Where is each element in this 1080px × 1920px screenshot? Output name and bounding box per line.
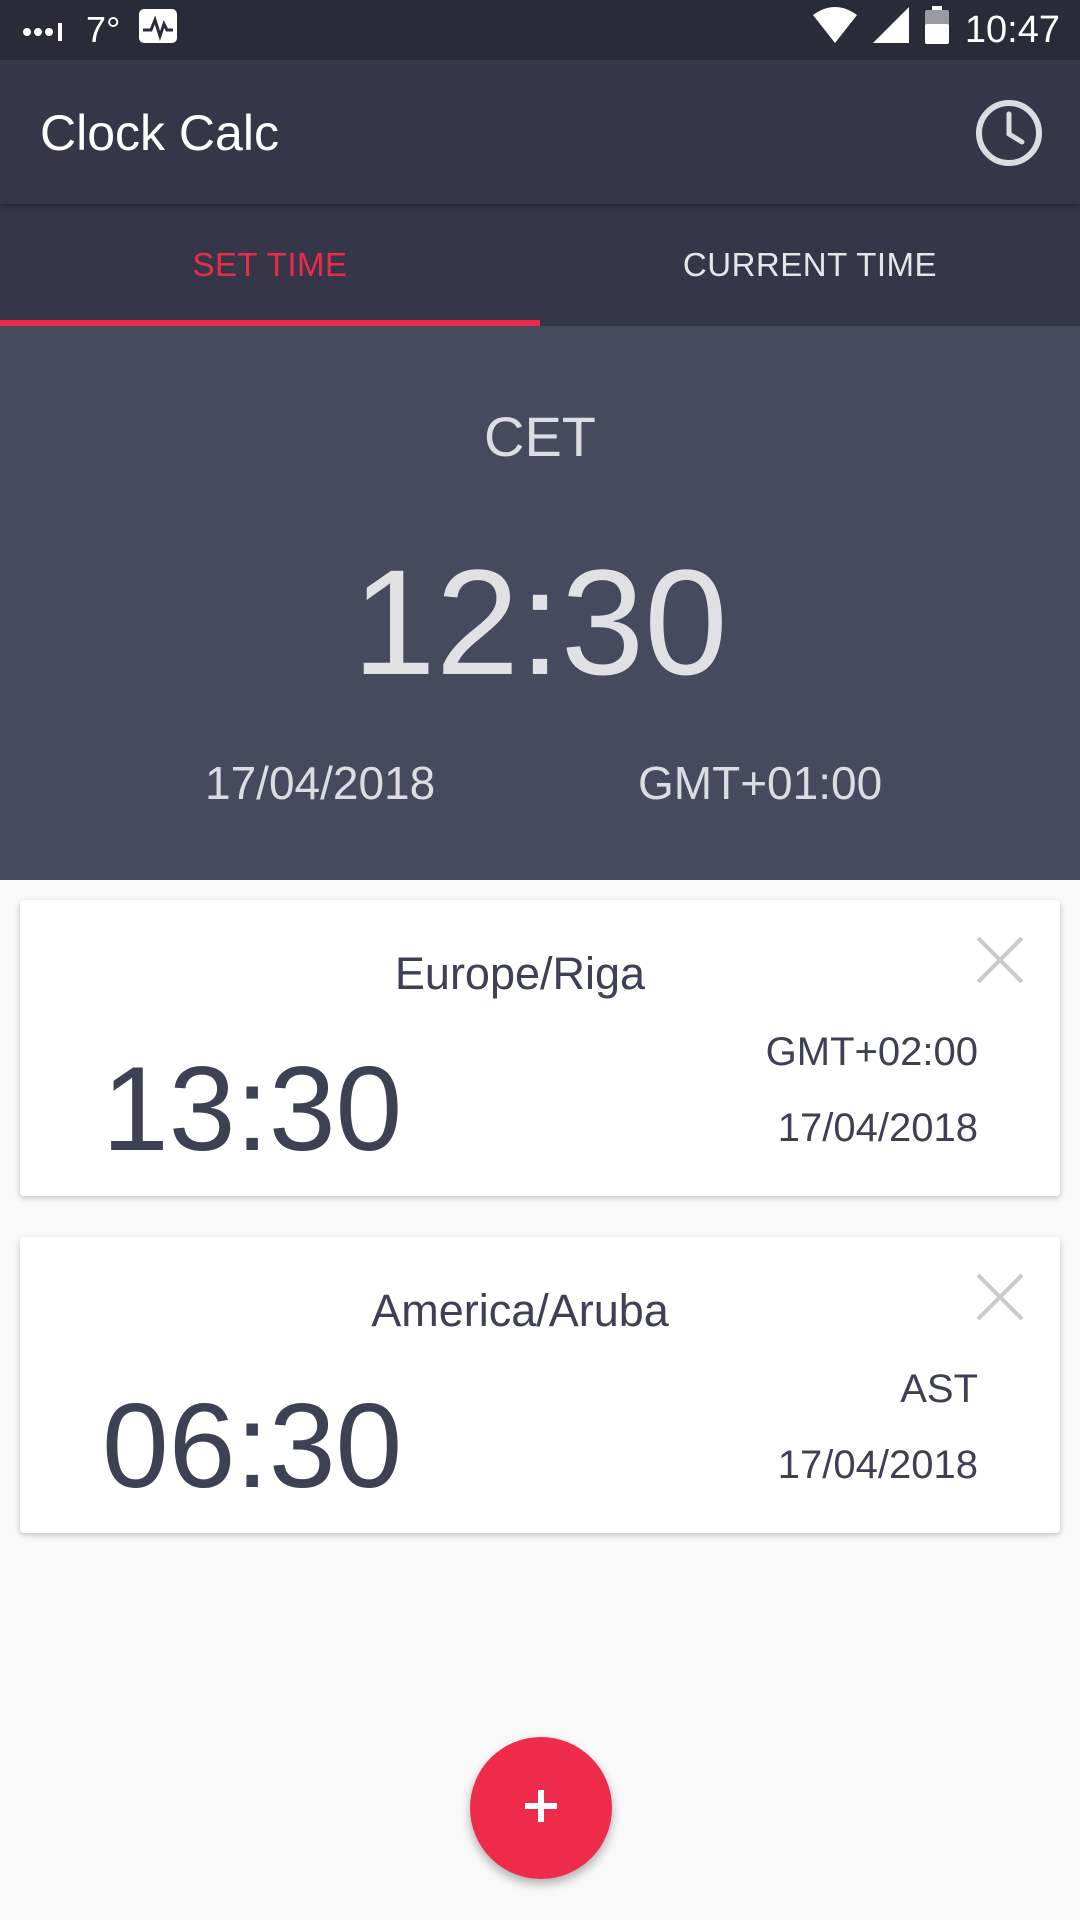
status-left: 7° (22, 0, 178, 60)
status-right: 10:47 (812, 0, 1060, 60)
add-timezone-button[interactable] (470, 1737, 612, 1879)
timezone-card[interactable]: Europe/Riga 13:30 GMT+02:00 17/04/2018 (20, 900, 1060, 1196)
app-bar: Clock Calc (0, 60, 1080, 204)
card-offset: GMT+02:00 (765, 1030, 978, 1074)
card-timezone: Europe/Riga (394, 948, 646, 999)
main-timezone[interactable]: CET (0, 404, 1080, 469)
main-time[interactable]: 12:30 (0, 536, 1080, 709)
card-time: 06:30 (102, 1379, 403, 1513)
battery-icon (924, 6, 949, 54)
card-timezone: America/Aruba (371, 1285, 669, 1336)
timezone-card[interactable]: America/Aruba 06:30 AST 17/04/2018 (20, 1237, 1060, 1533)
main-offset: GMT+01:00 (638, 757, 883, 809)
card-time: 13:30 (102, 1042, 403, 1176)
status-bar: 7° 10:47 (0, 0, 1080, 60)
tab-bar: SET TIME CURRENT TIME (0, 204, 1080, 326)
cell-signal-icon (872, 7, 909, 53)
tab-set-time[interactable]: SET TIME (0, 204, 540, 326)
card-date: 17/04/2018 (777, 1106, 978, 1150)
card-date: 17/04/2018 (777, 1443, 978, 1487)
close-icon[interactable] (974, 1271, 1026, 1323)
close-icon[interactable] (974, 934, 1026, 986)
tab-set-time-label: SET TIME (192, 246, 348, 283)
plus-icon (521, 1786, 561, 1831)
status-time: 10:47 (964, 8, 1060, 51)
temperature: 7° (86, 9, 121, 50)
tab-current-time[interactable]: CURRENT TIME (540, 204, 1080, 326)
signal-dots-icon (22, 9, 68, 51)
set-time-panel[interactable]: CET 12:30 17/04/2018 GMT+01:00 (0, 326, 1080, 880)
card-offset: AST (900, 1367, 978, 1411)
wifi-icon (812, 7, 857, 53)
clock-icon[interactable] (974, 98, 1044, 168)
activity-icon (138, 8, 178, 53)
app-title: Clock Calc (40, 105, 279, 161)
main-date[interactable]: 17/04/2018 (205, 756, 435, 810)
tab-current-time-label: CURRENT TIME (682, 246, 938, 283)
